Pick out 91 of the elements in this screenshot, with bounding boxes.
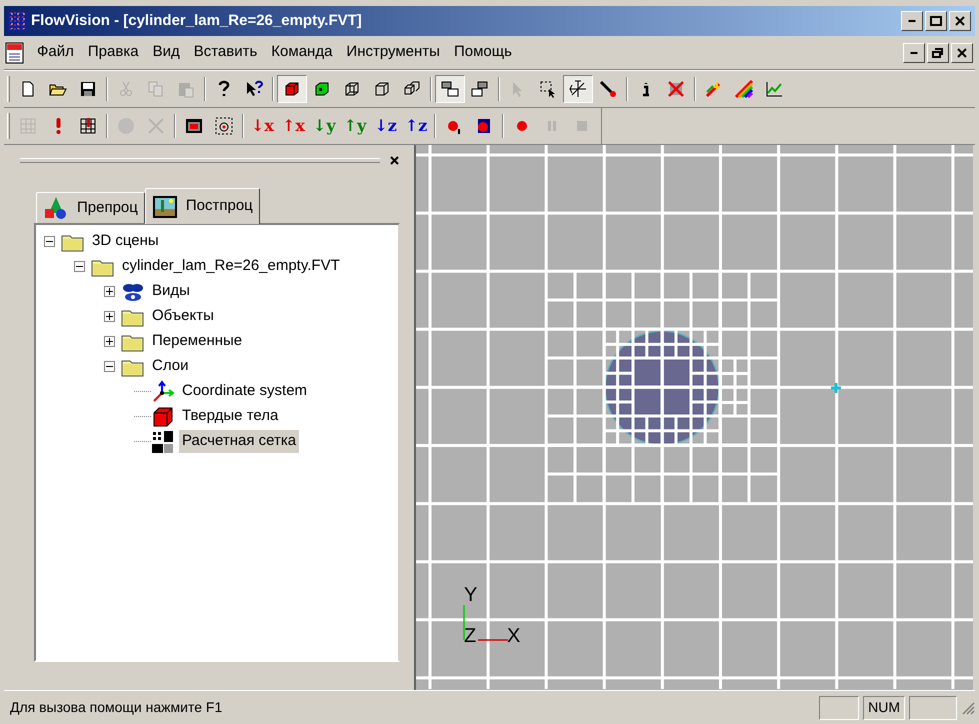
collapse-toggle[interactable] — [104, 361, 115, 372]
layout-icon — [471, 80, 489, 98]
close-button[interactable] — [949, 11, 971, 31]
expand-toggle[interactable] — [104, 311, 115, 322]
clipboard-icon — [177, 80, 195, 98]
eyes-icon — [121, 282, 145, 302]
cursor-marker-icon — [830, 382, 842, 394]
menu-item[interactable]: Команда — [264, 41, 340, 64]
minimize-icon — [908, 20, 916, 22]
minus-icon — [46, 238, 53, 245]
axis-direction-button[interactable]: ↓z — [370, 112, 401, 140]
maximize-icon — [930, 16, 942, 26]
layout-icon — [441, 80, 459, 98]
tree-item[interactable]: Coordinate system — [179, 380, 310, 403]
cube-icon — [283, 80, 301, 98]
close-panel-button[interactable] — [388, 154, 400, 166]
grid-icon — [19, 117, 37, 135]
cube-icon — [313, 80, 331, 98]
close-button[interactable] — [951, 42, 973, 62]
document-icon — [4, 42, 26, 64]
menu-item[interactable]: Правка — [80, 41, 146, 64]
axis-label: X — [507, 625, 520, 647]
tree-item[interactable]: Виды — [149, 280, 193, 303]
tree-item[interactable]: Переменные — [149, 330, 246, 353]
cube-icon — [151, 406, 175, 428]
grid-mark-icon — [79, 117, 97, 135]
axis-label: Y — [464, 584, 478, 606]
spark-icon — [705, 80, 723, 98]
restore-button[interactable] — [927, 42, 949, 62]
copy-icon — [147, 80, 165, 98]
menu-item[interactable]: Помощь — [446, 41, 519, 64]
menu-item[interactable]: Вид — [146, 41, 187, 64]
window-title: FlowVision - [cylinder_lam_Re=26_empty.FVT] — [31, 10, 362, 31]
minus-icon — [106, 363, 113, 370]
target-icon — [215, 117, 233, 135]
close-icon — [390, 156, 398, 164]
plus-icon — [106, 338, 113, 345]
mesh-icon — [151, 430, 175, 454]
menu-item[interactable]: Вставить — [186, 41, 264, 64]
move-axes-icon — [569, 80, 587, 98]
axis-label: Z — [464, 625, 476, 647]
minimize-icon — [910, 52, 918, 54]
rainbow-icon — [735, 80, 753, 98]
window-icon — [185, 117, 203, 135]
line-chart-icon — [765, 80, 783, 98]
tree-item[interactable]: Слои — [149, 355, 192, 378]
status-indicator: NUM — [863, 696, 905, 720]
cross-icon — [147, 117, 165, 135]
tree-item[interactable]: Твердые тела — [179, 405, 282, 428]
status-indicator-panel — [909, 696, 957, 720]
status-text: Для вызова помощи нажмите F1 — [10, 698, 222, 717]
tree-item[interactable]: Объекты — [149, 305, 217, 328]
crossed-mesh-icon — [667, 80, 685, 98]
exclamation-icon — [56, 118, 60, 134]
restore-icon — [932, 48, 944, 58]
minimize-button[interactable] — [901, 11, 923, 31]
selection-icon — [539, 80, 557, 98]
collapse-toggle[interactable] — [44, 236, 55, 247]
expand-toggle[interactable] — [104, 286, 115, 297]
close-icon — [956, 48, 968, 58]
toolbar-button[interactable] — [435, 75, 465, 103]
menu-item[interactable]: Файл — [30, 41, 81, 64]
scissors-icon — [117, 80, 135, 98]
axis-triad-icon — [463, 605, 508, 641]
panel-tab[interactable]: Препроц — [36, 192, 145, 223]
pointer-help-icon — [245, 80, 263, 98]
plus-icon — [106, 288, 113, 295]
tree-item[interactable]: Расчетная сетка — [179, 430, 300, 453]
tree-item[interactable]: 3D сцены — [89, 230, 162, 253]
app-logo-icon — [8, 11, 28, 31]
axis-direction-button[interactable]: ↑z — [400, 112, 432, 140]
shapes-icon — [43, 195, 69, 221]
minus-icon — [76, 263, 83, 270]
minimize-button[interactable] — [903, 42, 925, 62]
plus-icon — [106, 313, 113, 320]
expand-toggle[interactable] — [104, 336, 115, 347]
toolbar-button[interactable] — [563, 75, 593, 103]
menu-item[interactable]: Инструменты — [339, 41, 447, 64]
landscape-icon — [152, 194, 178, 218]
maximize-button[interactable] — [925, 11, 947, 31]
cube-outline-icon — [373, 80, 391, 98]
close-icon — [954, 16, 966, 26]
coordinate-axes-icon — [151, 380, 175, 404]
toolbar-button[interactable] — [277, 75, 307, 103]
wireframe-cube-icon — [343, 80, 361, 98]
tree-item[interactable]: cylinder_lam_Re=26_empty.FVT — [119, 255, 343, 278]
resize-grip-icon — [961, 700, 975, 714]
status-indicator-panel — [819, 696, 860, 720]
collapse-toggle[interactable] — [74, 261, 85, 272]
panel-tab[interactable]: Постпроц — [144, 188, 260, 224]
probe-icon — [599, 80, 617, 98]
